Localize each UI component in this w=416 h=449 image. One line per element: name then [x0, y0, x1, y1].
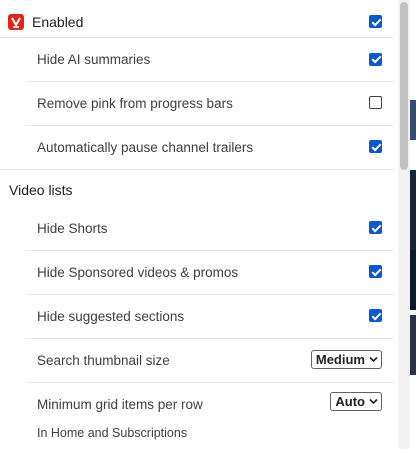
app-logo-icon — [8, 14, 24, 30]
thumbnail-size-value: Medium — [315, 352, 365, 367]
setting-pause-trailers[interactable]: Automatically pause channel trailers — [0, 125, 394, 169]
settings-panel: Enabled Hide AI summaries Remove pink fr… — [0, 0, 398, 449]
hide-sponsored-checkbox[interactable] — [369, 265, 382, 278]
setting-label: Hide Shorts — [37, 220, 108, 236]
remove-pink-checkbox[interactable] — [369, 96, 382, 109]
enabled-label: Enabled — [32, 14, 84, 30]
setting-thumbnail-size: Search thumbnail size Medium — [0, 338, 394, 382]
enabled-checkbox[interactable] — [369, 15, 382, 28]
setting-hide-ai-summaries[interactable]: Hide AI summaries — [0, 37, 394, 81]
thumbnail-size-select[interactable]: Medium — [310, 350, 382, 369]
section-title-video-lists: Video lists — [9, 182, 73, 198]
setting-hide-sponsored[interactable]: Hide Sponsored videos & promos — [0, 250, 394, 294]
scrollbar-thumb[interactable] — [400, 2, 408, 170]
setting-hide-suggested[interactable]: Hide suggested sections — [0, 294, 394, 338]
pause-trailers-checkbox[interactable] — [369, 140, 382, 153]
section-divider — [0, 169, 394, 170]
hide-suggested-checkbox[interactable] — [369, 309, 382, 322]
setting-label: Hide AI summaries — [37, 52, 151, 67]
grid-items-select[interactable]: Auto — [330, 392, 382, 411]
chevron-down-icon — [369, 356, 378, 363]
setting-grid-items: Minimum grid items per row Auto — [0, 382, 394, 426]
hide-shorts-checkbox[interactable] — [369, 221, 382, 234]
setting-label: Minimum grid items per row — [37, 396, 203, 412]
hide-ai-summaries-checkbox[interactable] — [369, 52, 382, 66]
setting-label: Automatically pause channel trailers — [37, 139, 254, 155]
setting-label: Hide suggested sections — [37, 308, 185, 324]
chevron-down-icon — [369, 398, 378, 405]
setting-hide-shorts[interactable]: Hide Shorts — [0, 206, 394, 250]
setting-label: Remove pink from progress bars — [37, 95, 233, 111]
grid-items-note: In Home and Subscriptions — [37, 426, 188, 440]
grid-items-value: Auto — [335, 394, 365, 409]
setting-label: Search thumbnail size — [37, 352, 170, 368]
background-page-strip — [410, 0, 416, 449]
setting-remove-pink[interactable]: Remove pink from progress bars — [0, 81, 394, 125]
setting-label: Hide Sponsored videos & promos — [37, 264, 239, 280]
